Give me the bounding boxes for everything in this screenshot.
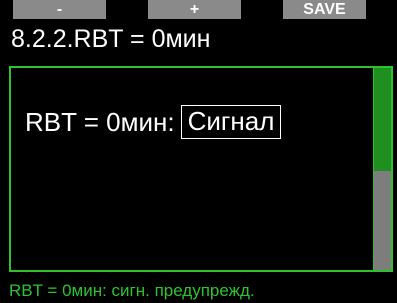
scrollbar-thumb[interactable] — [374, 68, 391, 171]
softkey-bar: - + SAVE — [0, 0, 397, 19]
setting-label: RBT = 0мин: — [25, 106, 175, 137]
settings-panel: RBT = 0мин: Сигнал — [9, 66, 393, 272]
dive-computer-screen: - + SAVE 8.2.2.RBT = 0мин RBT = 0мин: Си… — [0, 0, 397, 303]
decrease-button[interactable]: - — [13, 0, 106, 19]
settings-content: RBT = 0мин: Сигнал — [11, 68, 377, 270]
setting-row-rbt: RBT = 0мин: Сигнал — [25, 102, 282, 142]
setting-value-selector[interactable]: Сигнал — [180, 105, 282, 139]
page-title: 8.2.2.RBT = 0мин — [11, 25, 211, 53]
save-button[interactable]: SAVE — [283, 0, 366, 19]
increase-button[interactable]: + — [148, 0, 241, 19]
status-message: RBT = 0мин: сигн. предупрежд. — [9, 281, 255, 300]
scrollbar[interactable] — [373, 68, 391, 270]
